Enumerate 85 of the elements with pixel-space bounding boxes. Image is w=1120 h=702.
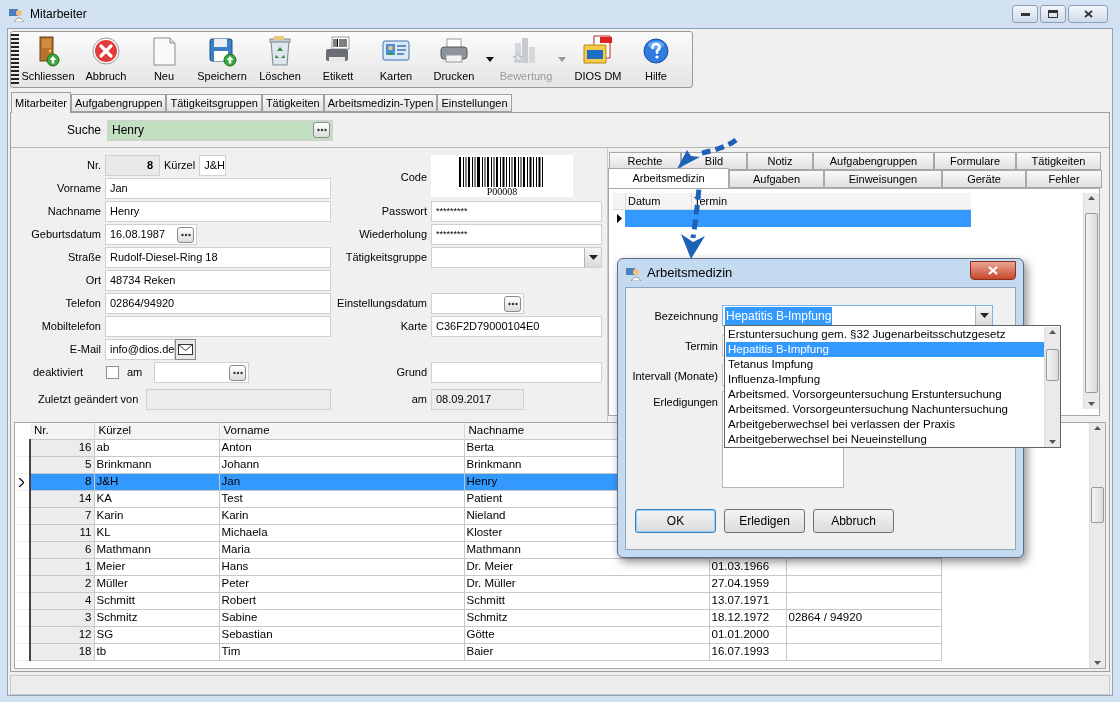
field-label: Passwort <box>381 204 427 220</box>
dialog-title: Arbeitsmedizin <box>647 264 733 283</box>
password-field[interactable]: ********* <box>431 201 602 222</box>
text-field[interactable]: Jan <box>105 178 331 199</box>
dialog-button[interactable]: OK <box>635 509 716 533</box>
field-label: Code <box>400 169 427 185</box>
tab[interactable]: Einweisungen <box>824 170 942 188</box>
window-title: Mitarbeiter <box>30 6 87 23</box>
number-field: 8 <box>105 155 160 176</box>
field-label: Vorname <box>56 181 101 197</box>
barcode-text: P00008 <box>486 187 518 197</box>
field-label: Intervall (Monate) <box>632 369 718 384</box>
field-label: Mobiltelefon <box>41 319 101 335</box>
field-label: Grund <box>396 365 427 381</box>
field-label: Tätigkeitsgruppe <box>345 250 427 266</box>
list-option[interactable]: Arbeitgeberwechsel bei verlassen der Praxis <box>726 417 1044 432</box>
toolbar-button[interactable]: DIOS DM <box>569 32 627 87</box>
field-label: Einstellungsdatum <box>337 296 427 312</box>
tab[interactable]: Mitarbeiter <box>11 92 71 113</box>
field-label: deaktiviert <box>33 365 85 381</box>
field-label: Erledigungen <box>653 395 718 410</box>
table-cell: ab <box>94 439 219 456</box>
tab[interactable]: Tätigkeitsgruppen <box>166 94 262 112</box>
toolbar-button[interactable]: Speichern <box>193 32 251 87</box>
field-label: Wiederholung <box>359 227 427 243</box>
tab[interactable]: Aufgabengruppen <box>813 152 934 170</box>
list-option[interactable]: Erstuntersuchung gem. §32 Jugenarbeitsschutzgesetz <box>726 327 1044 342</box>
tab[interactable]: Arbeitsmedizin <box>608 168 729 188</box>
field-label: Kürzel <box>164 158 196 174</box>
readonly-field[interactable]: 08.09.2017 <box>431 388 524 410</box>
column-header: Kürzel <box>94 423 219 439</box>
tab[interactable]: Fehler <box>1026 170 1102 188</box>
tab[interactable]: Notiz <box>747 152 813 170</box>
field-label: Termin <box>685 339 718 354</box>
column-header: Vorname <box>219 423 464 439</box>
tab[interactable]: Tätigkeiten <box>261 94 324 112</box>
field-label: Telefon <box>65 296 101 312</box>
date-field[interactable]: 16.08.1987 <box>105 224 197 245</box>
field-label: am <box>411 391 427 407</box>
dialog-button[interactable]: Abbruch <box>813 509 894 533</box>
toolbar-button[interactable]: Neu <box>135 32 193 87</box>
tab[interactable]: Aufgabengruppen <box>70 94 167 112</box>
text-field[interactable]: Henry <box>105 201 331 222</box>
tab[interactable]: Arbeitsmedizin-Typen <box>323 94 438 112</box>
field-label: Straße <box>68 250 101 266</box>
field-label: am <box>127 365 143 381</box>
field-label: Geburtsdatum <box>31 227 101 243</box>
password-field[interactable]: ********* <box>431 224 602 245</box>
field-label: E-Mail <box>69 342 101 358</box>
dialog-button[interactable]: Erledigen <box>724 509 805 533</box>
field-label: Karte <box>400 319 427 335</box>
text-field[interactable]: J&H <box>199 155 226 176</box>
list-option[interactable]: Arbeitsmed. Vorsorgeuntersuchung Erstuntersuchung <box>726 387 1044 402</box>
field-label: Zuletzt geändert von <box>38 391 139 407</box>
text-field[interactable]: info@dios.de <box>105 339 176 360</box>
field-label: Nachname <box>47 204 101 220</box>
text-field[interactable]: 48734 Reken <box>105 270 331 291</box>
text-field[interactable]: Rudolf-Diesel-Ring 18 <box>105 247 331 268</box>
list-option[interactable]: Arbeitgeberwechsel bei Neueinstellung <box>726 432 1044 447</box>
toolbar-button[interactable]: Hilfe <box>627 32 685 87</box>
toolbar-button[interactable]: Löschen <box>251 32 309 87</box>
list-option[interactable]: Influenza-Impfung <box>726 372 1044 387</box>
list-option[interactable]: Tetanus Impfung <box>726 357 1044 372</box>
list-option[interactable]: Arbeitsmed. Vorsorgeuntersuchung Nachuntersuchung <box>726 402 1044 417</box>
field-label: Nr. <box>86 158 101 174</box>
column-header: Nr. <box>30 423 94 439</box>
toolbar-button[interactable]: Abbruch <box>77 32 135 87</box>
tab[interactable]: Einstellungen <box>437 94 512 112</box>
search-field[interactable]: Henry <box>107 119 333 141</box>
tab[interactable]: Aufgaben <box>729 170 824 188</box>
tab[interactable]: Tätigkeiten <box>1016 152 1101 170</box>
toolbar-button[interactable]: Etikett <box>309 32 367 87</box>
toolbar-button[interactable]: Drucken <box>425 32 483 87</box>
table-cell: Anton <box>219 439 464 456</box>
tab[interactable]: Formulare <box>934 152 1016 170</box>
field-label: Ort <box>85 273 101 289</box>
field-label: Bezeichnung <box>654 309 718 324</box>
text-field[interactable]: 02864/94920 <box>105 293 331 314</box>
text-field[interactable]: C36F2D79000104E0 <box>431 316 602 337</box>
field-label: Suche <box>66 122 101 139</box>
column-header: Datum <box>625 193 691 209</box>
toolbar-button[interactable]: Karten <box>367 32 425 87</box>
toolbar-button[interactable]: Schliessen <box>19 32 77 87</box>
tab[interactable]: Geräte <box>942 170 1026 188</box>
table-cell: 16 <box>30 439 94 456</box>
